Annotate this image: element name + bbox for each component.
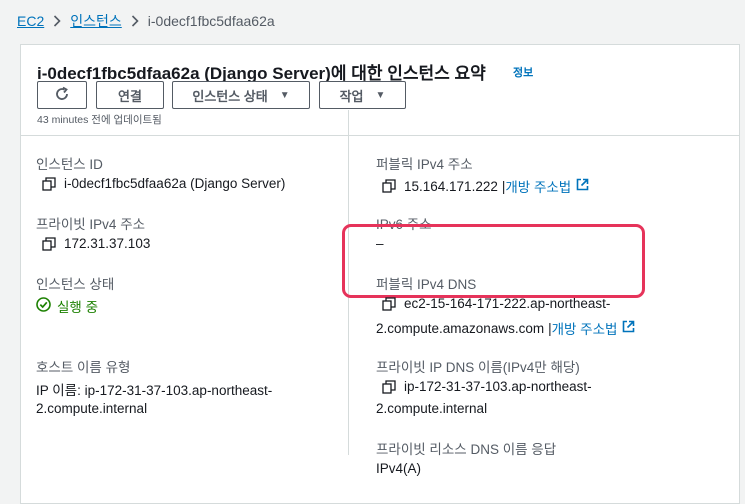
open-address-label: 개방 주소법	[551, 322, 618, 337]
public-ipv4-text: 15.164.171.222	[404, 178, 498, 194]
last-updated-text: 43 minutes 전에 업데이트됨	[37, 114, 162, 126]
open-address-label: 개방 주소법	[505, 180, 572, 195]
actions-dropdown[interactable]: 작업 ▼	[319, 81, 406, 109]
caret-down-icon: ▼	[375, 89, 386, 101]
public-dns-value-line2: 2.compute.amazonaws.com | 개방 주소법	[376, 318, 635, 338]
chevron-right-icon	[53, 15, 61, 27]
hostname-type-value-line1: IP 이름: ip-172-31-37-103.ap-northeast-	[36, 383, 273, 398]
check-circle-icon	[36, 297, 51, 315]
hostname-type-label: 호스트 이름 유형	[36, 360, 131, 375]
caret-down-icon: ▼	[279, 89, 290, 101]
copy-icon[interactable]	[42, 236, 56, 251]
private-dns-value-line2: 2.compute.internal	[376, 401, 488, 416]
breadcrumb: EC2 인스턴스 i-0decf1fbc5dfaa62a	[17, 10, 275, 32]
private-resource-dns-label: 프라이빗 리소스 DNS 이름 응답	[376, 442, 557, 457]
private-ipv4-label: 프라이빗 IPv4 주소	[36, 217, 146, 232]
copy-icon[interactable]	[382, 379, 396, 394]
public-dns-text-line1: ec2-15-164-171-222.ap-northeast-	[404, 296, 611, 311]
public-ipv4-value: 15.164.171.222 | 개방 주소법	[382, 176, 589, 196]
copy-icon[interactable]	[42, 176, 56, 191]
info-link[interactable]: 정보	[513, 64, 533, 80]
external-link-icon	[622, 320, 635, 336]
instance-id-value: i-0decf1fbc5dfaa62a (Django Server)	[42, 176, 285, 191]
chevron-right-icon	[131, 15, 139, 27]
instance-state-field-label: 인스턴스 상태	[36, 277, 115, 292]
public-ipv4-open-address-link[interactable]: 개방 주소법	[505, 176, 589, 196]
instance-id-label: 인스턴스 ID	[36, 157, 103, 172]
refresh-icon	[54, 86, 70, 105]
public-dns-label: 퍼블릭 IPv4 DNS	[376, 277, 477, 292]
actions-label: 작업	[339, 88, 364, 104]
private-ipv4-value: 172.31.37.103	[42, 236, 150, 251]
public-dns-value-line1: ec2-15-164-171-222.ap-northeast-	[382, 296, 610, 311]
hostname-type-value-line2: 2.compute.internal	[36, 401, 148, 416]
public-ipv4-label: 퍼블릭 IPv4 주소	[376, 157, 473, 172]
breadcrumb-ec2[interactable]: EC2	[17, 13, 44, 29]
connect-button[interactable]: 연결	[96, 81, 164, 109]
instance-state-value: 실행 중	[57, 300, 99, 315]
private-dns-value-line1: ip-172-31-37-103.ap-northeast-	[382, 379, 592, 394]
refresh-button[interactable]	[37, 81, 87, 109]
private-ipv4-text: 172.31.37.103	[64, 236, 151, 251]
breadcrumb-instances[interactable]: 인스턴스	[70, 11, 122, 31]
private-dns-text-line1: ip-172-31-37-103.ap-northeast-	[404, 379, 592, 394]
instance-id-text: i-0decf1fbc5dfaa62a (Django Server)	[64, 176, 286, 191]
private-dns-label: 프라이빗 IP DNS 이름(IPv4만 해당)	[376, 360, 580, 375]
breadcrumb-current: i-0decf1fbc5dfaa62a	[147, 13, 275, 29]
connect-button-label: 연결	[118, 88, 142, 104]
copy-icon[interactable]	[382, 179, 396, 193]
copy-icon[interactable]	[382, 296, 396, 311]
external-link-icon	[576, 178, 589, 194]
instance-state-dropdown[interactable]: 인스턴스 상태 ▼	[172, 81, 310, 109]
instance-state-label: 인스턴스 상태	[192, 88, 268, 104]
public-dns-open-address-link[interactable]: 개방 주소법	[552, 318, 636, 338]
public-dns-text-line2: 2.compute.amazonaws.com	[376, 320, 545, 336]
panel-header: i-0decf1fbc5dfaa62a (Django Server)에 대한 …	[21, 45, 739, 136]
private-resource-dns-value: IPv4(A)	[376, 461, 422, 476]
instance-state-status: 실행 중	[36, 296, 98, 316]
